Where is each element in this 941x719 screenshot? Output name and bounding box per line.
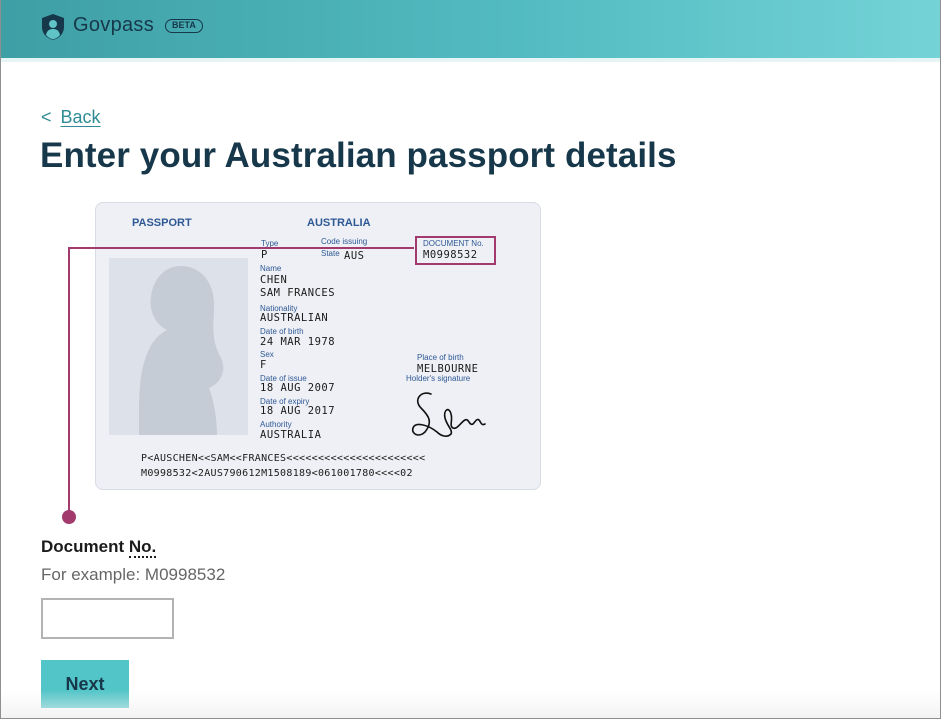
person-silhouette-icon — [139, 266, 224, 435]
pob-label: Place of birth — [417, 353, 464, 362]
dob-value: 24 MAR 1978 — [260, 336, 336, 348]
doe-value: 18 AUG 2017 — [260, 405, 336, 417]
state-value: AUS — [344, 250, 365, 262]
dob-label: Date of birth — [260, 327, 304, 336]
back-link[interactable]: < Back — [41, 107, 101, 128]
given-names-value: SAM FRANCES — [260, 287, 336, 299]
type-label: Type — [261, 239, 279, 248]
sex-value: F — [260, 359, 267, 371]
mrz-line-1: P<AUSCHEN<<SAM<<FRANCES<<<<<<<<<<<<<<<<<… — [141, 453, 426, 464]
type-value: P — [261, 249, 268, 261]
brand-name[interactable]: Govpass — [73, 14, 154, 37]
passport-heading-right: AUSTRALIA — [307, 217, 371, 229]
code-issuing-label: Code issuing — [321, 237, 368, 246]
bottom-fade — [0, 690, 941, 719]
mrz-line-2: M0998532<2AUS790612M1508189<061001780<<<… — [141, 468, 413, 479]
passport-illustration: PASSPORT AUSTRALIA Type P Code issuing S… — [95, 202, 541, 490]
name-label: Name — [260, 264, 282, 273]
state-label: State — [321, 249, 340, 258]
beta-badge: BETA — [165, 19, 203, 33]
page-title: Enter your Australian passport details — [40, 136, 677, 175]
passport-photo — [109, 258, 248, 435]
callout-dot — [62, 510, 76, 524]
doi-value: 18 AUG 2007 — [260, 382, 336, 394]
field-hint: For example: M0998532 — [41, 565, 226, 584]
back-link-label[interactable]: Back — [61, 107, 101, 127]
document-number-field-label: Document No. — [41, 537, 157, 558]
sex-label: Sex — [260, 350, 274, 359]
passport-heading-left: PASSPORT — [132, 217, 192, 229]
chevron-left-icon: < — [41, 107, 52, 127]
field-label-text: Document — [41, 537, 129, 556]
document-number-label: DOCUMENT No. — [423, 239, 484, 248]
next-button[interactable]: Next — [41, 660, 129, 708]
document-number-value: M0998532 — [423, 249, 478, 261]
nationality-value: AUSTRALIAN — [260, 312, 329, 324]
document-number-input[interactable] — [41, 598, 174, 639]
signature-label: Holder's signature — [406, 374, 471, 383]
signature-image — [411, 392, 486, 437]
site-header: Govpass BETA — [0, 0, 941, 58]
shield-person-icon — [42, 14, 64, 40]
authority-value: AUSTRALIA — [260, 429, 322, 441]
field-label-abbr: No. — [128, 537, 157, 558]
authority-label: Authority — [260, 420, 292, 429]
surname-value: CHEN — [260, 274, 288, 286]
header-divider — [0, 58, 941, 62]
